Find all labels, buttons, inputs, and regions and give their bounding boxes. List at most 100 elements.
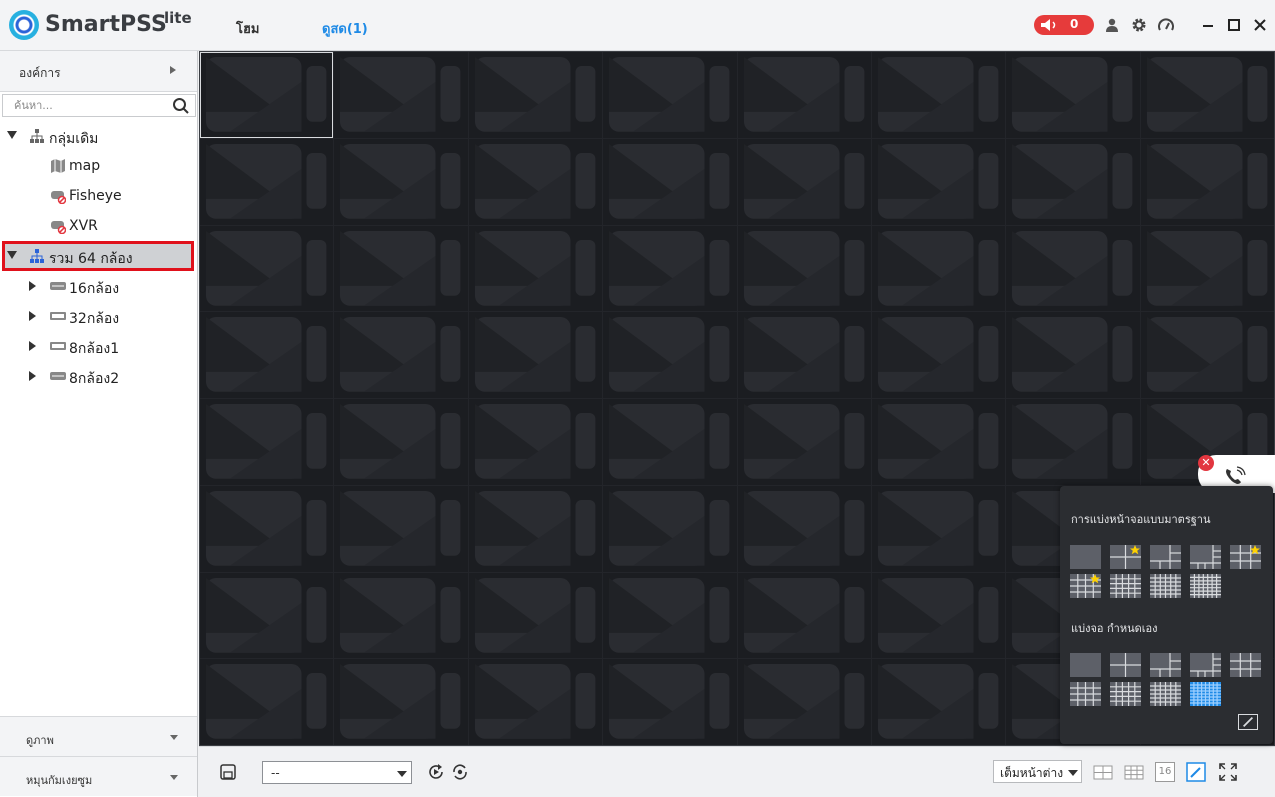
caret-down-icon[interactable] [7,251,17,259]
tree-item-fisheye[interactable]: Fisheye [0,181,197,211]
tree-item-xvr[interactable]: XVR [0,211,197,241]
split-layout-option[interactable] [1190,545,1221,569]
video-channel-cell[interactable] [334,312,468,398]
video-channel-cell[interactable] [1006,225,1140,312]
tree-item-8-cameras-2[interactable]: 8กล้อง2 [0,361,197,391]
video-channel-cell[interactable] [603,659,737,745]
video-channel-cell[interactable] [334,225,468,312]
video-channel-cell[interactable] [200,138,334,225]
video-channel-cell[interactable] [334,485,468,572]
split-9-icon[interactable] [1124,762,1144,782]
user-icon[interactable] [1104,17,1120,33]
video-channel-cell[interactable] [603,399,737,485]
split-layout-option[interactable] [1110,682,1141,706]
split-layout-option[interactable] [1150,682,1181,706]
split-layout-option[interactable] [1190,574,1221,598]
video-channel-cell[interactable] [200,399,334,485]
video-channel-cell[interactable] [737,225,871,312]
video-channel-cell[interactable] [871,138,1006,225]
video-channel-cell[interactable] [737,138,871,225]
split-layout-option[interactable] [1110,653,1141,677]
custom-split-pencil-icon[interactable] [1186,762,1206,782]
video-channel-cell[interactable] [871,225,1006,312]
video-channel-cell[interactable] [737,312,871,398]
video-channel-cell[interactable] [468,138,603,225]
caret-right-icon[interactable] [29,311,36,321]
video-channel-cell[interactable] [468,659,603,745]
video-channel-cell[interactable] [334,399,468,485]
video-channel-cell[interactable] [737,485,871,572]
video-channel-cell[interactable] [1140,225,1274,312]
split-layout-option[interactable] [1070,653,1101,677]
video-channel-cell[interactable] [737,659,871,745]
view-panel[interactable]: ดูภาพ [0,716,197,756]
alarm-counter-button[interactable]: 0 [1034,15,1094,35]
split-layout-option[interactable] [1150,574,1181,598]
split-4-icon[interactable] [1093,762,1113,782]
video-channel-cell[interactable] [871,52,1006,138]
caret-right-icon[interactable] [29,281,36,291]
video-channel-cell[interactable] [737,52,871,138]
video-channel-cell[interactable] [1140,52,1274,138]
search-icon[interactable] [172,97,190,115]
video-channel-cell[interactable] [334,52,468,138]
video-channel-cell[interactable] [603,52,737,138]
video-channel-cell[interactable] [334,659,468,745]
split-layout-option[interactable] [1070,545,1101,569]
video-channel-cell[interactable] [334,138,468,225]
sequence-play-icon[interactable] [426,762,446,782]
split-layout-option[interactable] [1230,545,1261,569]
tree-item-8-cameras-1[interactable]: 8กล้อง1 [0,331,197,361]
video-channel-cell[interactable] [200,659,334,745]
video-channel-cell[interactable] [200,572,334,659]
view-select[interactable]: -- [262,761,412,784]
video-channel-cell[interactable] [1140,312,1274,398]
video-channel-cell[interactable] [737,399,871,485]
video-channel-cell[interactable] [468,399,603,485]
caret-down-icon[interactable] [7,131,17,139]
edit-pencil-icon[interactable] [1238,714,1258,730]
caret-right-icon[interactable] [29,371,36,381]
tree-item-32-cameras[interactable]: 32กล้อง [0,301,197,331]
video-channel-cell[interactable] [334,572,468,659]
video-channel-cell[interactable] [1006,138,1140,225]
split-layout-option[interactable] [1190,653,1221,677]
gear-icon[interactable] [1131,17,1147,33]
display-mode-select[interactable]: เต็มหน้าต่าง [993,760,1082,783]
split-layout-option[interactable] [1110,574,1141,598]
video-channel-cell[interactable] [871,312,1006,398]
tab-live-view[interactable]: ดูสด(1) [322,18,368,39]
close-icon[interactable]: ✕ [1198,455,1214,471]
organization-header[interactable]: องค์การ [0,51,197,92]
fullscreen-icon[interactable] [1218,762,1238,782]
split-layout-option[interactable] [1150,545,1181,569]
video-channel-cell[interactable] [871,485,1006,572]
video-channel-cell[interactable] [871,399,1006,485]
tree-item-all-64-cameras[interactable]: รวม 64 กล้อง [2,241,194,271]
video-channel-cell[interactable] [200,485,334,572]
minimize-icon[interactable] [1200,17,1216,33]
split-layout-option[interactable] [1070,574,1101,598]
video-channel-cell[interactable] [468,572,603,659]
video-channel-cell[interactable] [871,659,1006,745]
video-channel-cell[interactable] [603,225,737,312]
refresh-layout-icon[interactable] [450,762,470,782]
video-channel-cell[interactable] [1006,312,1140,398]
caret-right-icon[interactable] [29,341,36,351]
split-layout-option[interactable] [1230,653,1261,677]
video-channel-cell[interactable] [468,485,603,572]
split-layout-option[interactable] [1070,682,1101,706]
video-channel-cell[interactable] [603,312,737,398]
tree-item-map[interactable]: map [0,151,197,181]
tree-item-default-group[interactable]: กลุ่มเดิม [0,121,197,151]
video-channel-cell[interactable] [603,572,737,659]
split-layout-option[interactable] [1190,682,1221,706]
video-channel-cell[interactable] [468,312,603,398]
video-channel-cell[interactable] [200,52,334,138]
maximize-icon[interactable] [1226,17,1242,33]
video-channel-cell[interactable] [603,485,737,572]
close-icon[interactable] [1252,17,1268,33]
split-layout-option[interactable] [1150,653,1181,677]
split-layout-option[interactable] [1110,545,1141,569]
ptz-panel[interactable]: หมุนกัมเงยซูม [0,756,197,796]
